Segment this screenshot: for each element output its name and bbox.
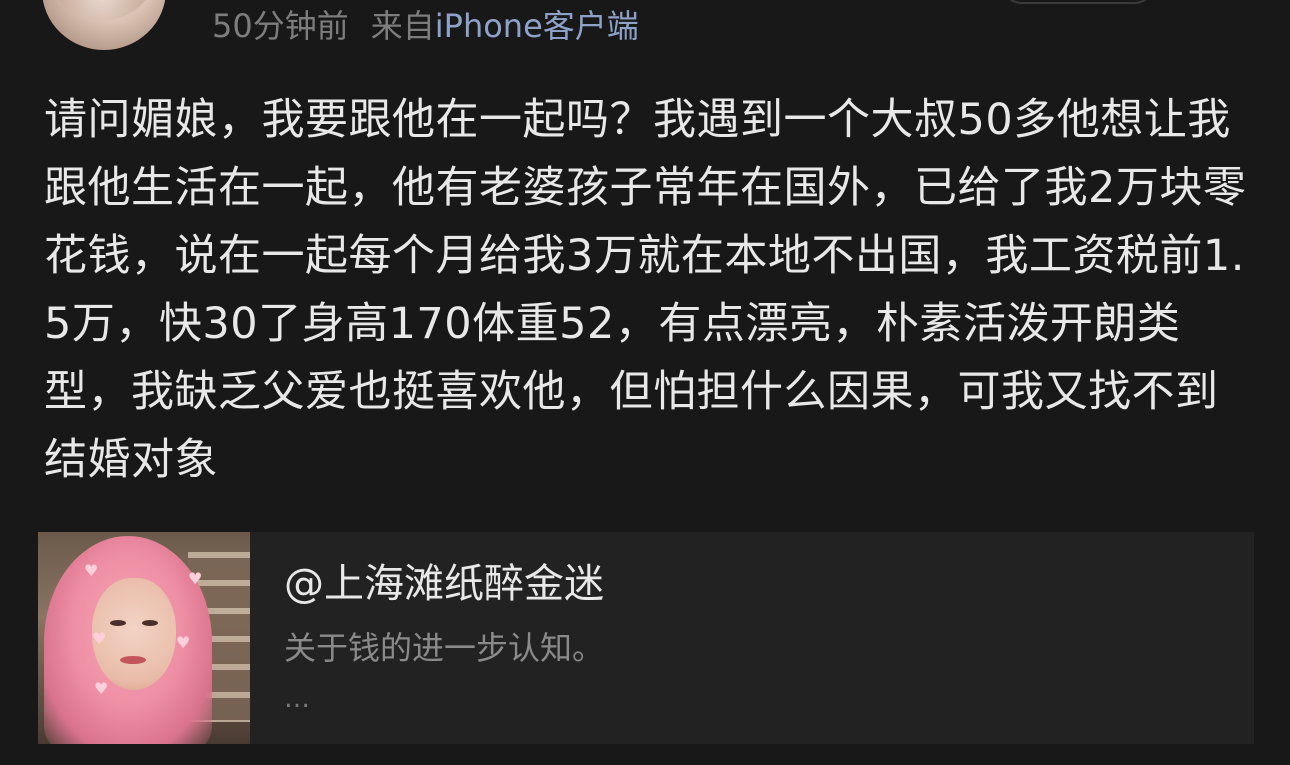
heart-sticker-icon: ♥ [92, 629, 107, 648]
card-thumbnail: ♥ ♥ ♥ ♥ ♥ [38, 532, 250, 744]
card-title[interactable]: @上海滩纸醉金迷 [284, 558, 604, 610]
avatar-image [52, 0, 152, 20]
post-body-text: 请问媚娘，我要跟他在一起吗？我遇到一个大叔50多他想让我跟他生活在一起，他有老婆… [44, 95, 1247, 485]
heart-sticker-icon: ♥ [176, 633, 191, 652]
card-description: 关于钱的进一步认知。 [284, 629, 605, 667]
post-meta: 50分钟前 来自iPhone客户端 [212, 4, 639, 48]
thumbnail-mouth [120, 656, 146, 664]
linked-article-card[interactable]: ♥ ♥ ♥ ♥ ♥ @上海滩纸醉金迷 关于钱的进一步认知。 … [38, 532, 1254, 744]
follow-button[interactable] [1000, 0, 1156, 4]
thumbnail-left-eye [110, 620, 126, 626]
heart-sticker-icon: ♥ [188, 569, 203, 588]
heart-sticker-icon: ♥ [94, 679, 109, 698]
post-time: 50分钟前 [212, 7, 349, 45]
weibo-post-page: 50分钟前 来自iPhone客户端 请问媚娘，我要跟他在一起吗？我遇到一个大叔50… [0, 0, 1290, 765]
heart-sticker-icon: ♥ [84, 561, 99, 580]
post-source-prefix: 来自 [370, 7, 435, 45]
author-avatar[interactable] [42, 0, 166, 50]
post-source-link[interactable]: iPhone客户端 [435, 7, 639, 45]
card-more-indicator: … [284, 684, 310, 714]
thumbnail-right-eye [142, 620, 158, 626]
